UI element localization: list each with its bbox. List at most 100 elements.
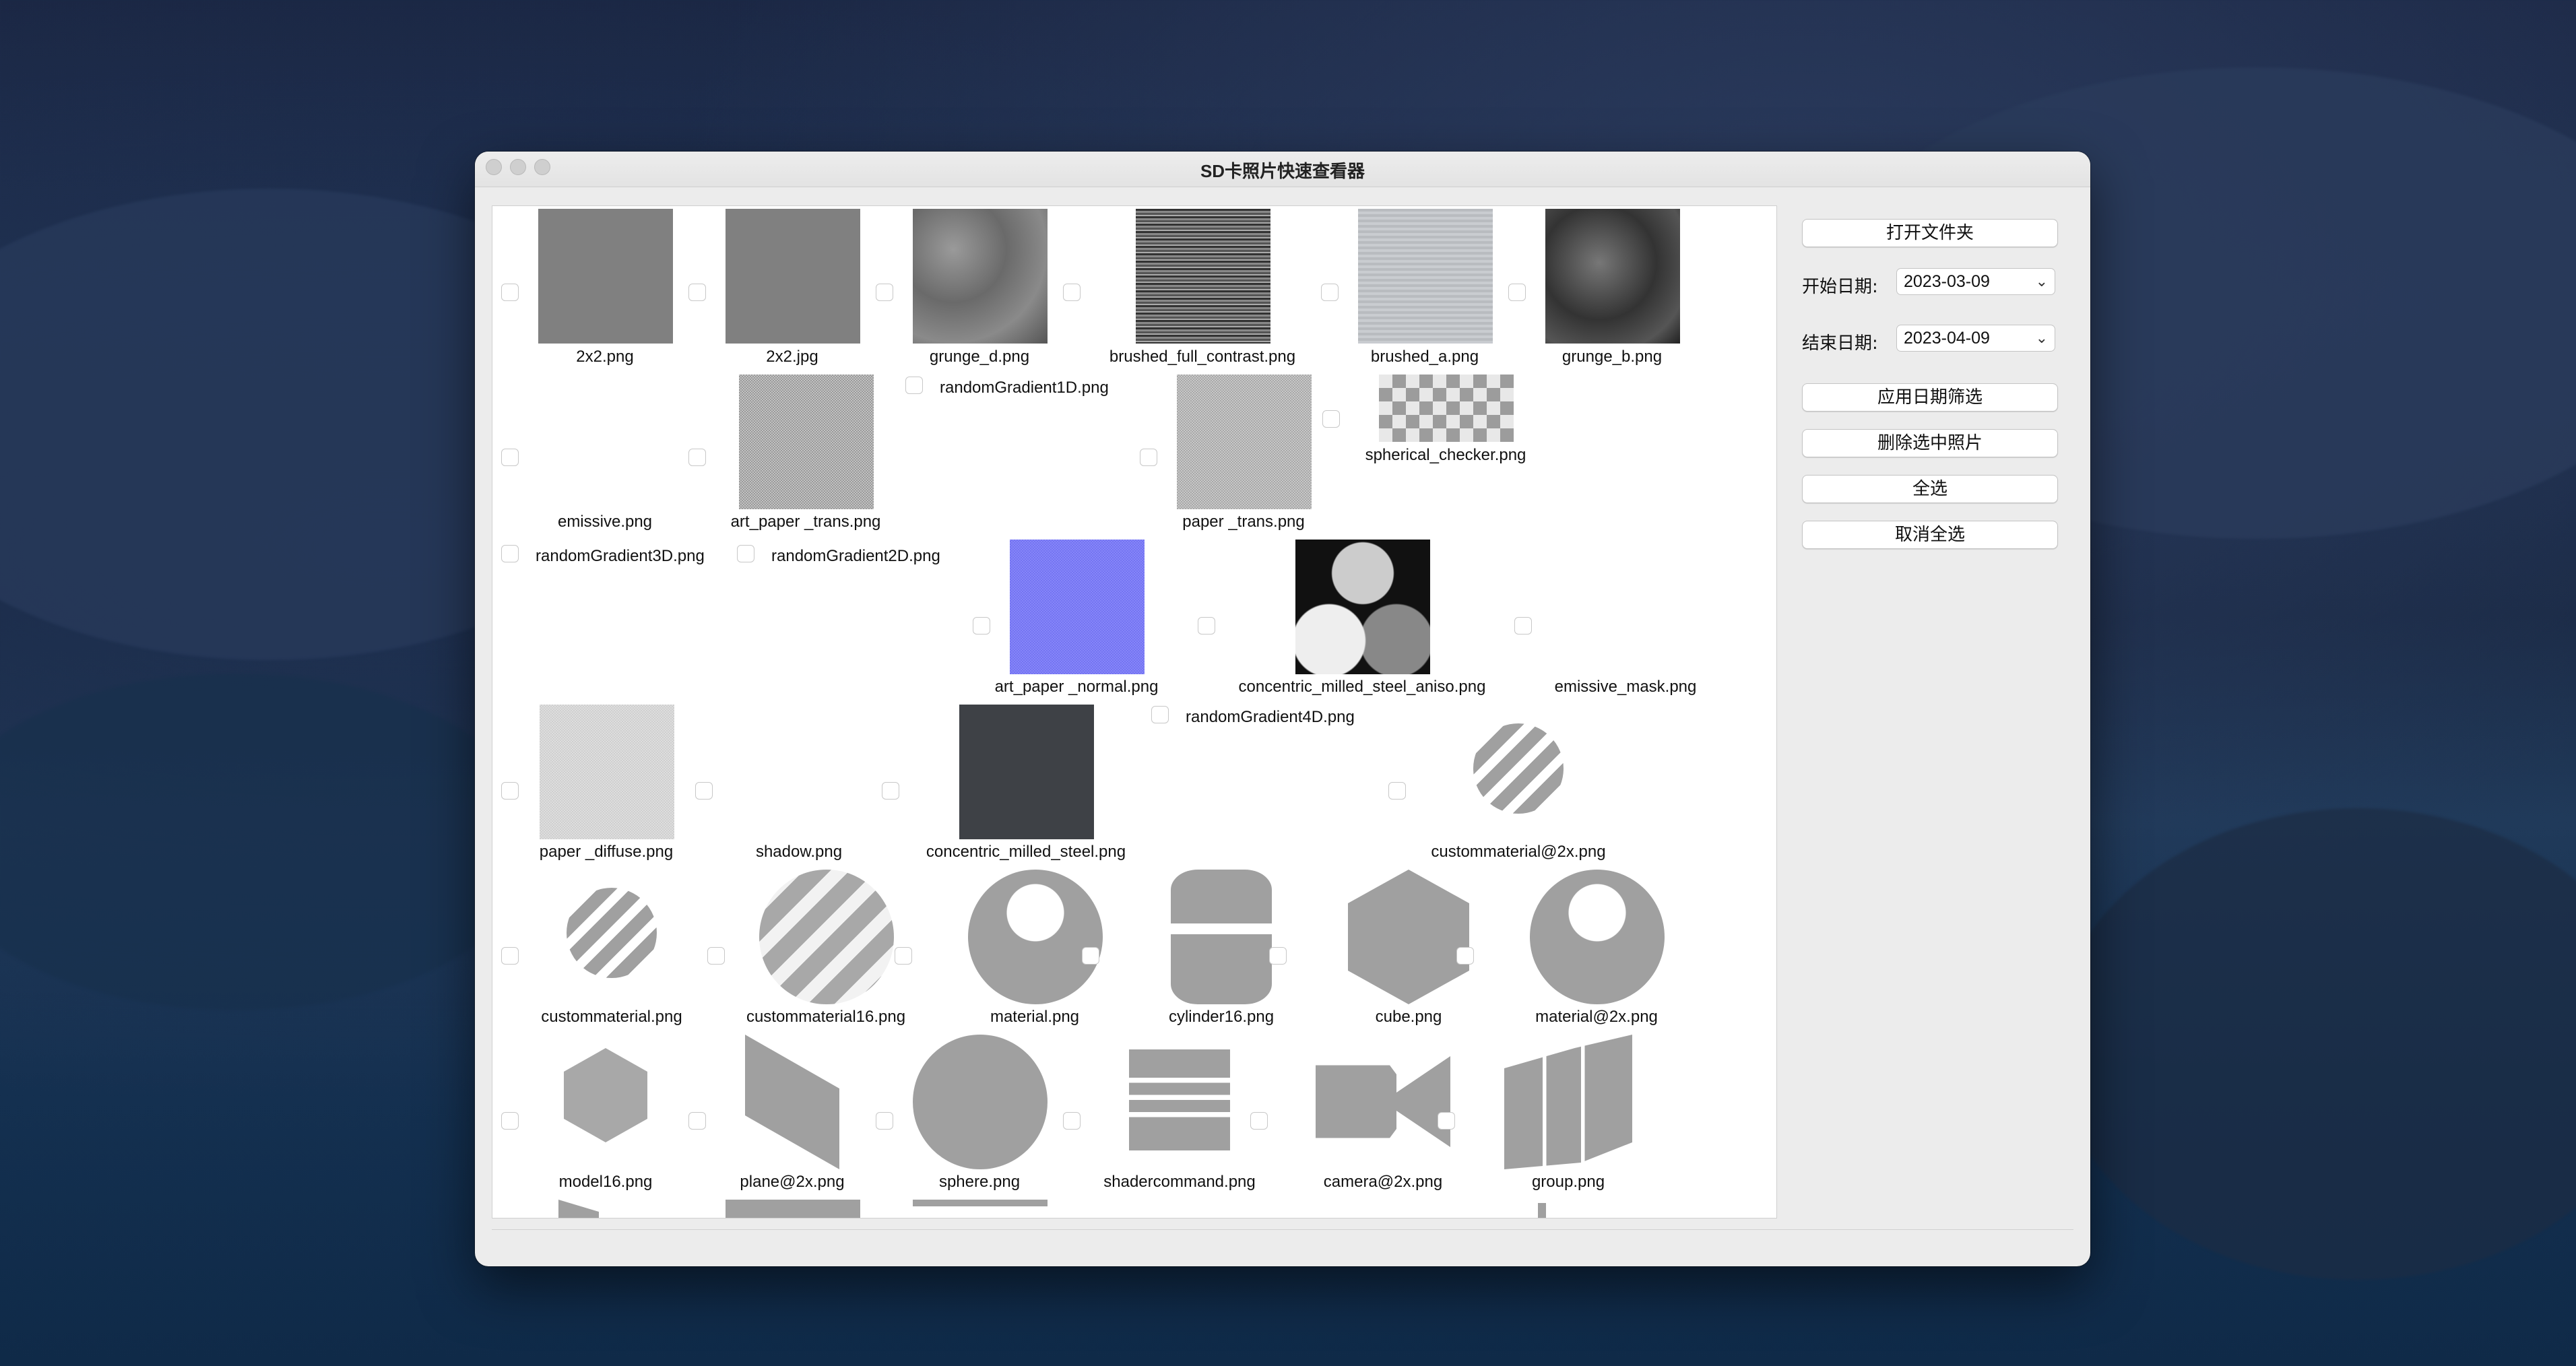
photo-thumbnail[interactable] [1358, 209, 1493, 344]
photo-thumbnail[interactable] [726, 1200, 860, 1218]
photo-checkbox[interactable] [973, 617, 990, 635]
photo-checkbox[interactable] [876, 284, 893, 301]
apply-date-filter-button[interactable]: 应用日期筛选 [1802, 383, 2058, 412]
photo-thumbnail[interactable] [1504, 1035, 1632, 1169]
photo-thumbnail[interactable] [564, 1048, 647, 1142]
photo-thumbnail[interactable] [1538, 1203, 1546, 1218]
photo-thumbnail[interactable] [913, 209, 1048, 344]
photo-filename: material.png [990, 1008, 1080, 1026]
photo-checkbox[interactable] [707, 947, 725, 965]
select-all-button[interactable]: 全选 [1802, 475, 2058, 503]
photo-checkbox[interactable] [501, 545, 519, 562]
photo-filename: cylinder16.png [1168, 1008, 1275, 1026]
photo-checkbox[interactable] [695, 782, 713, 800]
photo-filename: grunge_b.png [1561, 348, 1663, 366]
photo-thumbnail[interactable] [1129, 1049, 1230, 1150]
photo-filename: concentric_milled_steel.png [926, 843, 1126, 861]
photo-filename: randomGradient4D.png [1186, 708, 1355, 726]
photo-thumbnail[interactable] [1171, 870, 1272, 1004]
delete-selected-button[interactable]: 删除选中照片 [1802, 429, 2058, 457]
photo-filename: brushed_a.png [1370, 348, 1479, 366]
photo-checkbox[interactable] [1140, 449, 1157, 466]
photo-checkbox[interactable] [1063, 284, 1081, 301]
photo-filename: plane@2x.png [740, 1173, 845, 1191]
start-date-select[interactable]: 2023-03-09 ⌄ [1896, 268, 2055, 295]
photo-checkbox[interactable] [737, 545, 754, 562]
photo-thumbnail[interactable] [759, 870, 894, 1004]
photo-checkbox[interactable] [501, 782, 519, 800]
photo-thumbnail[interactable] [1530, 870, 1665, 1004]
photo-filename: model16.png [558, 1173, 653, 1191]
photo-checkbox[interactable] [1508, 284, 1526, 301]
photo-checkbox[interactable] [895, 947, 912, 965]
photo-checkbox[interactable] [1438, 1112, 1455, 1130]
photo-checkbox[interactable] [1269, 947, 1287, 965]
deselect-all-button[interactable]: 取消全选 [1802, 521, 2058, 549]
chevron-down-icon: ⌄ [2035, 273, 2048, 290]
photo-checkbox[interactable] [501, 449, 519, 466]
open-folder-button[interactable]: 打开文件夹 [1802, 219, 2058, 247]
photo-filename: shadercommand.png [1103, 1173, 1256, 1191]
photo-checkbox[interactable] [882, 782, 899, 800]
photo-filename: emissive.png [557, 513, 653, 531]
photo-thumbnail[interactable] [1295, 540, 1430, 674]
photo-checkbox[interactable] [1514, 617, 1532, 635]
photo-thumbnail[interactable] [1379, 375, 1514, 442]
photo-filename: group.png [1531, 1173, 1605, 1191]
photo-filename: camera@2x.png [1323, 1173, 1443, 1191]
photo-filename: concentric_milled_steel_aniso.png [1238, 678, 1486, 696]
photo-checkbox[interactable] [1063, 1112, 1081, 1130]
window-title: SD卡照片快速查看器 [1200, 161, 1365, 181]
photo-checkbox[interactable] [1388, 782, 1406, 800]
photo-checkbox[interactable] [1082, 947, 1099, 965]
photo-checkbox[interactable] [876, 1112, 893, 1130]
end-date-select[interactable]: 2023-04-09 ⌄ [1896, 325, 2055, 352]
photo-thumbnail[interactable] [1545, 209, 1680, 344]
photo-thumbnail[interactable] [913, 1200, 1048, 1218]
photo-checkbox[interactable] [1456, 947, 1474, 965]
photo-grid[interactable]: 2x2.png 2x2.jpg grunge_d.png brushed_ful… [492, 205, 1777, 1218]
photo-filename: paper _diffuse.png [539, 843, 674, 861]
photo-filename: art_paper _normal.png [994, 678, 1159, 696]
photo-thumbnail[interactable] [739, 375, 874, 509]
photo-filename: 2x2.png [576, 348, 634, 366]
photo-checkbox[interactable] [1322, 410, 1340, 428]
photo-thumbnail[interactable] [1348, 870, 1469, 1004]
photo-filename: art_paper _trans.png [730, 513, 881, 531]
photo-thumbnail[interactable] [726, 209, 860, 344]
photo-filename: grunge_d.png [929, 348, 1030, 366]
chevron-down-icon: ⌄ [2035, 329, 2048, 346]
photo-thumbnail[interactable] [1316, 1056, 1450, 1147]
photo-filename: custommaterial16.png [746, 1008, 906, 1026]
title-bar[interactable]: SD卡照片快速查看器 [475, 152, 2090, 187]
photo-filename: cube.png [1375, 1008, 1442, 1026]
photo-checkbox[interactable] [501, 947, 519, 965]
photo-filename: brushed_full_contrast.png [1109, 348, 1296, 366]
photo-filename: 2x2.jpg [766, 348, 818, 366]
photo-checkbox[interactable] [688, 284, 706, 301]
photo-checkbox[interactable] [501, 1112, 519, 1130]
photo-thumbnail[interactable] [959, 705, 1094, 839]
photo-thumbnail[interactable] [1010, 540, 1145, 674]
photo-thumbnail[interactable] [968, 870, 1103, 1004]
photo-thumbnail[interactable] [1136, 209, 1270, 344]
photo-checkbox[interactable] [1250, 1112, 1268, 1130]
photo-thumbnail[interactable] [745, 1035, 839, 1169]
photo-thumbnail[interactable] [567, 888, 657, 978]
photo-thumbnail[interactable] [540, 705, 674, 839]
photo-thumbnail[interactable] [1473, 723, 1564, 814]
photo-checkbox[interactable] [501, 284, 519, 301]
photo-checkbox[interactable] [688, 1112, 706, 1130]
photo-thumbnail[interactable] [558, 1200, 599, 1218]
photo-thumbnail[interactable] [913, 1035, 1048, 1169]
photo-checkbox[interactable] [1198, 617, 1215, 635]
photo-thumbnail[interactable] [538, 209, 673, 344]
photo-thumbnail[interactable] [1177, 375, 1312, 509]
photo-checkbox[interactable] [1321, 284, 1339, 301]
photo-checkbox[interactable] [1151, 706, 1169, 723]
photo-checkbox[interactable] [688, 449, 706, 466]
photo-filename: material@2x.png [1535, 1008, 1658, 1026]
status-bar [492, 1229, 2073, 1247]
app-window: SD卡照片快速查看器 2x2.png 2x2.jpg grunge_d.png … [475, 152, 2090, 1266]
photo-checkbox[interactable] [905, 377, 923, 394]
